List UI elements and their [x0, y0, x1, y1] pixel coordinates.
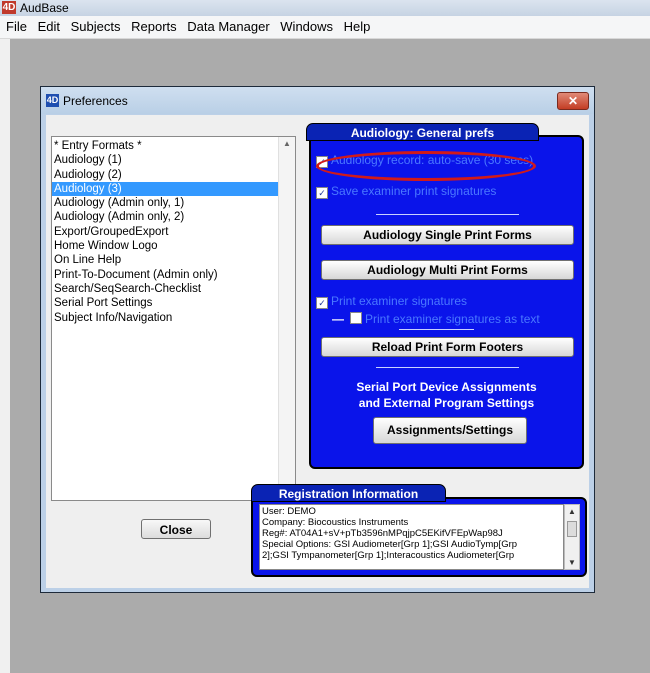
- list-item[interactable]: Audiology (Admin only, 1): [52, 196, 278, 210]
- serial-settings-text-2: and External Program Settings: [358, 396, 535, 410]
- print-signatures-row[interactable]: ✓ Print examiner signatures: [316, 294, 467, 309]
- app-title: AudBase: [20, 1, 69, 15]
- registration-line: User: DEMO: [262, 506, 316, 517]
- registration-scrollbar[interactable]: ▲ ▼: [564, 504, 580, 570]
- registration-header: Registration Information: [251, 484, 446, 502]
- divider: [376, 367, 519, 368]
- list-item[interactable]: * Entry Formats *: [52, 139, 278, 153]
- menu-windows[interactable]: Windows: [280, 19, 333, 34]
- registration-line: Special Options: GSI Audiometer[Grp 1];G…: [262, 539, 518, 550]
- menu-file[interactable]: File: [6, 19, 27, 34]
- close-button[interactable]: Close: [141, 519, 211, 539]
- list-item[interactable]: Subject Info/Navigation: [52, 311, 278, 325]
- scroll-thumb[interactable]: [567, 521, 577, 537]
- list-item[interactable]: Serial Port Settings: [52, 296, 278, 310]
- preferences-list[interactable]: * Entry Formats * Audiology (1) Audiolog…: [51, 136, 296, 501]
- list-item[interactable]: Audiology (1): [52, 153, 278, 167]
- multi-print-forms-button[interactable]: Audiology Multi Print Forms: [321, 260, 574, 280]
- dialog-app-icon: 4D: [46, 94, 59, 107]
- preferences-dialog: 4D Preferences ✕ * Entry Formats * Audio…: [40, 86, 595, 593]
- registration-line: Reg#: AT04A1+sV+pTb3596nMPqjpC5EKifVFEpW…: [262, 528, 503, 539]
- reload-footers-button[interactable]: Reload Print Form Footers: [321, 337, 574, 357]
- general-prefs-panel: ✓ Audiology record: auto-save (30 secs) ✓…: [309, 135, 584, 469]
- print-signatures-checkbox[interactable]: ✓: [316, 297, 328, 309]
- print-signatures-text-checkbox[interactable]: [350, 312, 362, 324]
- list-item[interactable]: Audiology (2): [52, 168, 278, 182]
- print-signatures-label: Print examiner signatures: [331, 294, 468, 308]
- scroll-up-icon[interactable]: ▲: [283, 139, 291, 148]
- registration-line: 2];GSI Tympanometer[Grp 1];Interacoustic…: [262, 550, 515, 561]
- registration-text[interactable]: User: DEMO Company: Biocoustics Instrume…: [259, 504, 564, 570]
- registration-panel: User: DEMO Company: Biocoustics Instrume…: [251, 497, 587, 577]
- dialog-body: * Entry Formats * Audiology (1) Audiolog…: [46, 115, 589, 588]
- list-item[interactable]: Export/GroupedExport: [52, 225, 278, 239]
- menu-data-manager[interactable]: Data Manager: [187, 19, 269, 34]
- serial-settings-text-1: Serial Port Device Assignments: [356, 380, 537, 394]
- save-signatures-label: Save examiner print signatures: [331, 184, 497, 198]
- dialog-title-bar[interactable]: 4D Preferences ✕: [41, 87, 594, 114]
- highlight-ring: [316, 151, 536, 181]
- save-signatures-checkbox[interactable]: ✓: [316, 187, 328, 199]
- scroll-down-icon[interactable]: ▼: [568, 558, 576, 567]
- menu-edit[interactable]: Edit: [38, 19, 60, 34]
- app-icon: 4D: [2, 1, 16, 14]
- menu-subjects[interactable]: Subjects: [71, 19, 121, 34]
- single-print-forms-button[interactable]: Audiology Single Print Forms: [321, 225, 574, 245]
- list-item[interactable]: On Line Help: [52, 253, 278, 267]
- list-item[interactable]: Home Window Logo: [52, 239, 278, 253]
- registration-line: Company: Biocoustics Instruments: [262, 517, 409, 528]
- list-item-selected[interactable]: Audiology (3): [52, 181, 278, 197]
- menu-bar: File Edit Subjects Reports Data Manager …: [0, 16, 650, 39]
- menu-help[interactable]: Help: [344, 19, 371, 34]
- dialog-close-icon[interactable]: ✕: [557, 92, 589, 110]
- assignments-settings-button[interactable]: Assignments/Settings: [373, 417, 527, 444]
- menu-reports[interactable]: Reports: [131, 19, 177, 34]
- list-scrollbar[interactable]: ▲: [278, 137, 295, 500]
- app-title-bar: 4D AudBase: [0, 0, 650, 16]
- print-signatures-text-label: Print examiner signatures as text: [365, 312, 540, 326]
- dialog-title: Preferences: [63, 94, 128, 108]
- divider: [399, 329, 474, 330]
- list-item[interactable]: Print-To-Document (Admin only): [52, 268, 278, 282]
- list-item[interactable]: Search/SeqSearch-Checklist: [52, 282, 278, 296]
- print-signatures-text-row[interactable]: — Print examiner signatures as text: [332, 312, 540, 326]
- scroll-up-icon[interactable]: ▲: [568, 507, 576, 516]
- general-prefs-header: Audiology: General prefs: [306, 123, 539, 141]
- save-signatures-row[interactable]: ✓ Save examiner print signatures: [316, 184, 496, 199]
- list-item[interactable]: Audiology (Admin only, 2): [52, 210, 278, 224]
- divider: [376, 214, 519, 215]
- tree-connector-icon: —: [332, 312, 344, 326]
